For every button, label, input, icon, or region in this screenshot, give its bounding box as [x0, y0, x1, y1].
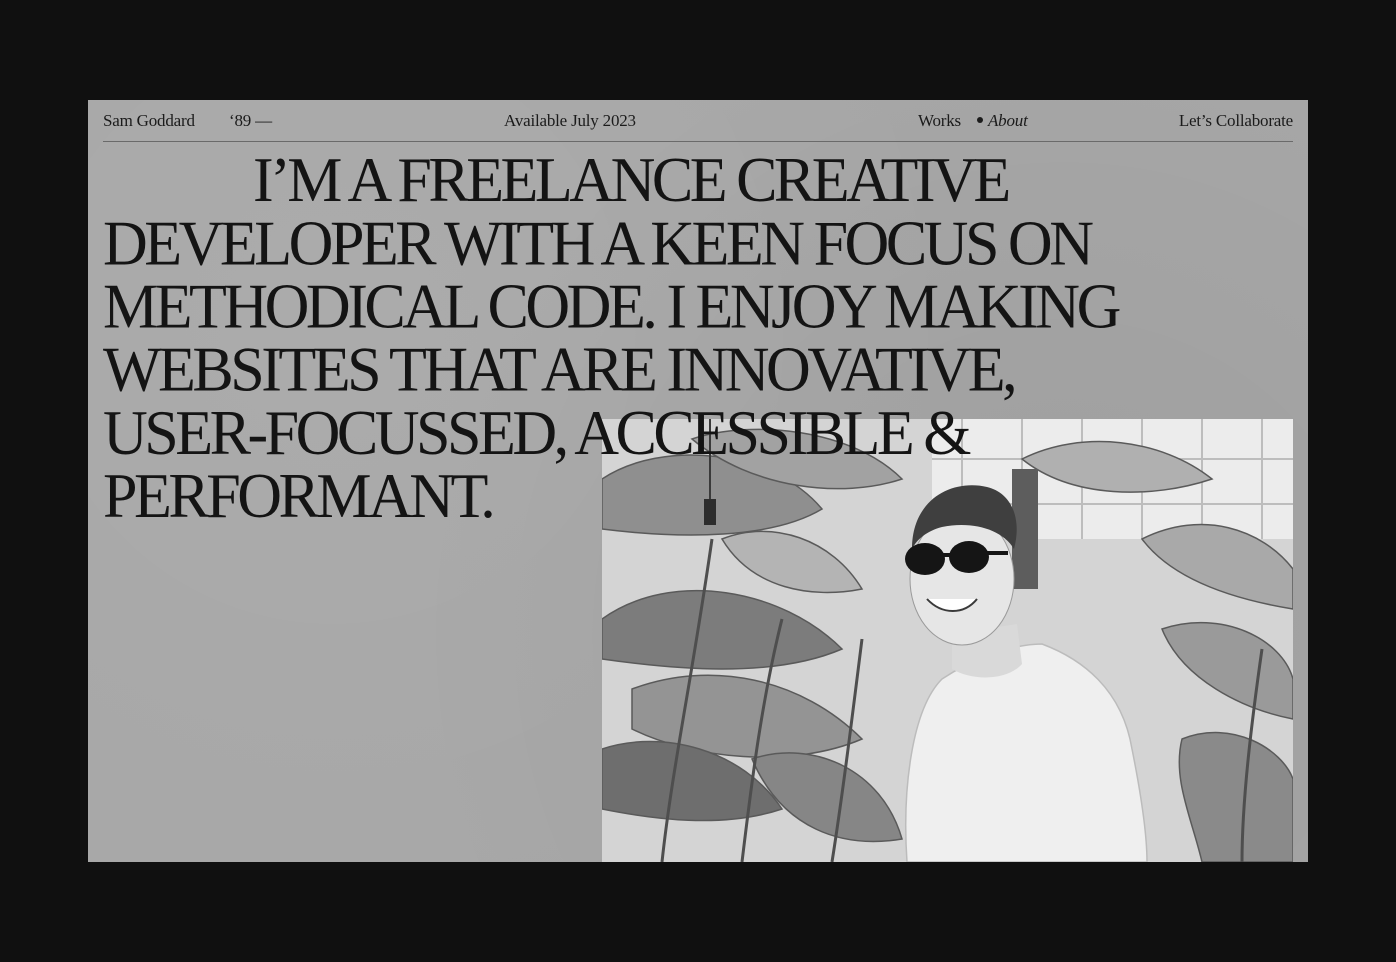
- top-nav: Sam Goddard ‘89 — Available July 2023 Wo…: [103, 100, 1293, 142]
- headline-line-1: I’M A FREELANCE CREATIVE: [253, 145, 1011, 216]
- site-name-link[interactable]: Sam Goddard: [103, 111, 195, 131]
- headline-line-3: METHODICAL CODE. I ENJOY MAKING: [103, 272, 1121, 342]
- headline-line-2: DEVELOPER WITH A KEEN FOCUS ON: [103, 209, 1094, 279]
- headline-line-4: WEBSITES THAT ARE INNOVATIVE,: [103, 335, 1018, 406]
- birth-year: ‘89 —: [229, 111, 272, 130]
- nav-works-link[interactable]: Works: [918, 111, 961, 131]
- headline-line-5: USER-FOCUSSED, ACCESSIBLE &: [103, 398, 972, 469]
- availability-status: Available July 2023: [504, 111, 636, 130]
- page-panel: Sam Goddard ‘89 — Available July 2023 Wo…: [88, 100, 1308, 862]
- hero-statement: I’M A FREELANCE CREATIVE DEVELOPER WITH …: [103, 149, 1163, 528]
- nav-about-label: About: [988, 111, 1028, 130]
- collaborate-link[interactable]: Let’s Collaborate: [1179, 111, 1293, 131]
- nav-about-link[interactable]: About: [977, 111, 1028, 131]
- headline-line-6: PERFORMANT.: [103, 462, 496, 532]
- active-dot-icon: [977, 117, 983, 124]
